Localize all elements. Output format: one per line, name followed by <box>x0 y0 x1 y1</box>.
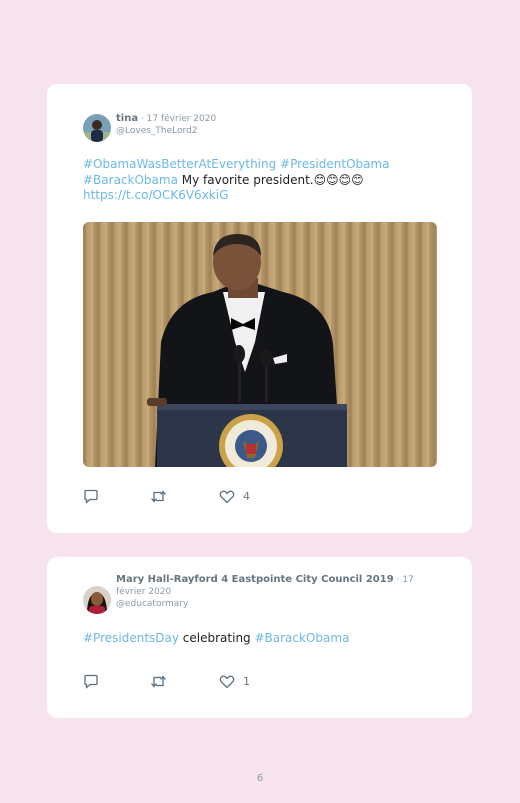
reply-button[interactable] <box>83 489 99 504</box>
retweet-button[interactable] <box>150 674 167 689</box>
author-handle[interactable]: @Loves_TheLord2 <box>116 126 198 136</box>
tweet-actions: 1 <box>83 674 383 690</box>
tweet-card: tina · 17 février 2020 @Loves_TheLord2 #… <box>47 84 472 533</box>
reply-icon <box>84 674 98 689</box>
hashtag-link[interactable]: #ObamaWasBetterAtEverything #PresidentOb… <box>83 157 390 171</box>
reply-button[interactable] <box>83 674 99 689</box>
tweet-header: Mary Hall-Rayford 4 Eastpointe City Coun… <box>116 574 416 610</box>
reply-icon <box>84 489 98 504</box>
tweet-url-link[interactable]: https://t.co/OCK6V6xkiG <box>83 188 228 202</box>
tweet-header: tina · 17 février 2020 @Loves_TheLord2 <box>116 113 416 137</box>
retweet-icon <box>151 675 166 688</box>
tweet-actions: 4 <box>83 489 383 505</box>
tweet-text: #ObamaWasBetterAtEverything #PresidentOb… <box>83 157 438 204</box>
author-name[interactable]: Mary Hall-Rayford 4 Eastpointe City Coun… <box>116 574 394 585</box>
hashtag-link[interactable]: #BarackObama <box>83 173 178 187</box>
author-handle[interactable]: @educatormary <box>116 599 188 609</box>
retweet-button[interactable] <box>150 489 167 504</box>
page-number: 6 <box>256 773 264 784</box>
like-button[interactable]: 1 <box>219 674 250 689</box>
avatar[interactable] <box>83 114 111 142</box>
tweet-media-image[interactable] <box>83 222 437 467</box>
retweet-icon <box>151 490 166 503</box>
tweet-text-content: My favorite president.😊😊😊😊 <box>177 172 364 187</box>
tweet-card: Mary Hall-Rayford 4 Eastpointe City Coun… <box>47 557 472 718</box>
tweet-text-content: celebrating <box>178 631 255 645</box>
hashtag-link[interactable]: #PresidentsDay <box>83 631 179 645</box>
tweet-text: #PresidentsDay celebrating #BarackObama <box>83 631 438 647</box>
avatar[interactable] <box>83 586 111 614</box>
like-icon <box>219 490 235 504</box>
author-name[interactable]: tina <box>116 113 138 124</box>
like-icon <box>219 675 235 689</box>
like-count: 1 <box>243 675 250 688</box>
hashtag-link[interactable]: #BarackObama <box>254 631 349 645</box>
like-count: 4 <box>243 490 250 503</box>
tweet-date[interactable]: · 17 février 2020 <box>138 114 216 124</box>
like-button[interactable]: 4 <box>219 489 250 504</box>
